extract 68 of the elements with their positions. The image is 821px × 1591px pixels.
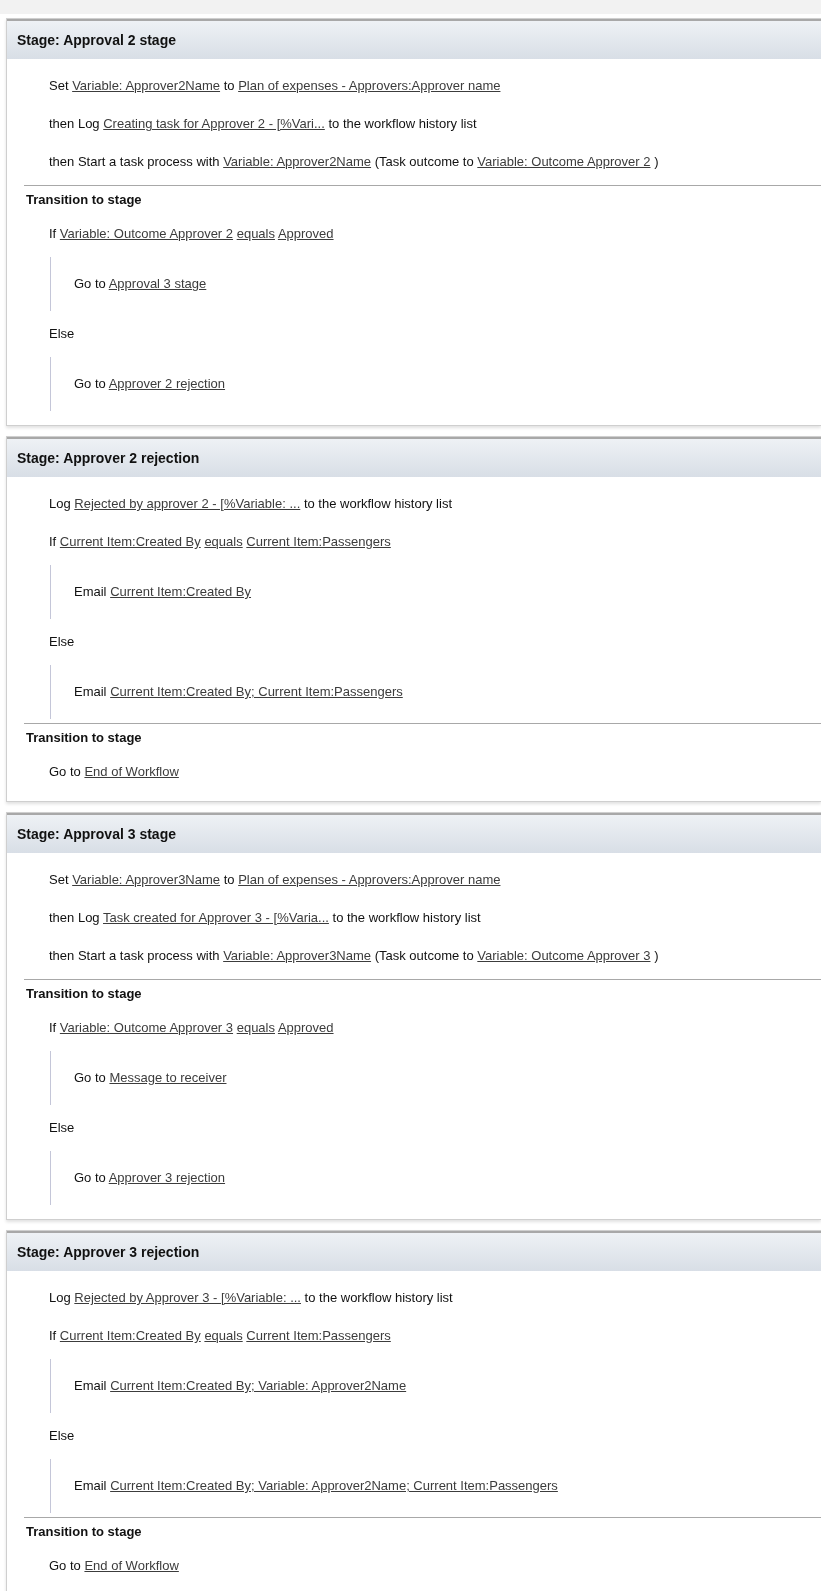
action-line: Email Current Item:Created By; Variable: Approver2Name — [73, 1377, 408, 1395]
link[interactable]: Approved — [277, 1020, 334, 1035]
transition-heading: Transition to stage — [25, 729, 143, 747]
link[interactable]: Current Item:Created By; Variable: Approver2Name — [110, 1378, 407, 1393]
link[interactable]: Current Item:Passengers — [246, 1328, 391, 1343]
link[interactable]: Task created for Approver 3 - [%Varia... — [103, 910, 329, 925]
action-line: Log Rejected by approver 2 - [%Variable: ... to the workflow history list — [48, 495, 453, 513]
action-line: then Log Creating task for Approver 2 - [%Vari... to the workflow history list — [48, 115, 478, 133]
action-line: Email Current Item:Created By; Variable: Approver2Name; Current Item:Passengers — [73, 1477, 559, 1495]
link[interactable]: Variable: Outcome Approver 2 — [477, 154, 651, 169]
action-line: then Start a task process with Variable: Approver2Name (Task outcome to Variable: Outcome Approver 2 ) — [48, 153, 660, 171]
link[interactable]: equals — [204, 534, 243, 549]
link[interactable]: Plan of expenses - Approvers:Approver name — [238, 872, 501, 887]
link[interactable]: Plan of expenses - Approvers:Approver name — [238, 78, 501, 93]
link[interactable]: Rejected by approver 2 - [%Variable: ... — [74, 496, 301, 511]
link[interactable]: equals — [236, 1020, 275, 1035]
action-line: Else — [48, 1427, 76, 1445]
transition-heading: Transition to stage — [25, 985, 143, 1003]
link[interactable]: Variable: Approver2Name — [72, 78, 221, 93]
action-line: Else — [48, 325, 76, 343]
action-line: then Log Task created for Approver 3 - [%Varia... to the workflow history list — [48, 909, 482, 927]
action-line: Go to End of Workflow — [48, 763, 180, 781]
transition-heading: Transition to stage — [25, 1523, 143, 1541]
stage-header: Stage: Approval 2 stage — [7, 19, 821, 59]
link[interactable]: Rejected by Approver 3 - [%Variable: ... — [74, 1290, 301, 1305]
link[interactable]: Variable: Outcome Approver 3 — [59, 1020, 234, 1035]
link[interactable]: Current Item:Passengers — [246, 534, 391, 549]
action-line: Set Variable: Approver3Name to Plan of expenses - Approvers:Approver name — [48, 871, 502, 889]
action-line: If Current Item:Created By equals Current Item:Passengers — [48, 1327, 392, 1345]
action-line: Else — [48, 633, 76, 651]
action-line: then Start a task process with Variable: Approver3Name (Task outcome to Variable: Outcome Approver 3 ) — [48, 947, 660, 965]
link[interactable]: End of Workflow — [84, 764, 179, 779]
link[interactable]: Variable: Outcome Approver 2 — [59, 226, 234, 241]
stage-header: Stage: Approval 3 stage — [7, 813, 821, 853]
action-line: If Variable: Outcome Approver 3 equals Approved — [48, 1019, 335, 1037]
stage-header: Stage: Approver 3 rejection — [7, 1231, 821, 1271]
link[interactable]: Current Item:Created By — [59, 534, 201, 549]
action-line: Go to Message to receiver — [73, 1069, 228, 1087]
link[interactable]: Variable: Approver3Name — [72, 872, 221, 887]
action-line: Go to Approver 2 rejection — [73, 375, 227, 393]
action-line: If Current Item:Created By equals Current Item:Passengers — [48, 533, 392, 551]
action-line: Email Current Item:Created By — [73, 583, 253, 601]
link[interactable]: Approved — [277, 226, 334, 241]
transition-heading: Transition to stage — [25, 191, 143, 209]
link[interactable]: Approver 2 rejection — [108, 376, 226, 391]
action-line: Log Rejected by Approver 3 - [%Variable: ... to the workflow history list — [48, 1289, 454, 1307]
link[interactable]: Current Item:Created By; Current Item:Passengers — [110, 684, 403, 699]
stage-header: Stage: Approver 2 rejection — [7, 437, 821, 477]
link[interactable]: Creating task for Approver 2 - [%Vari... — [103, 116, 325, 131]
link[interactable]: Current Item:Created By — [59, 1328, 201, 1343]
action-line: If Variable: Outcome Approver 2 equals Approved — [48, 225, 335, 243]
action-line: Go to End of Workflow — [48, 1557, 180, 1575]
action-line: Else — [48, 1119, 76, 1137]
action-line: Go to Approval 3 stage — [73, 275, 208, 293]
link[interactable]: End of Workflow — [84, 1558, 179, 1573]
link[interactable]: equals — [236, 226, 275, 241]
link[interactable]: Variable: Outcome Approver 3 — [477, 948, 651, 963]
action-line: Email Current Item:Created By; Current Item:Passengers — [73, 683, 404, 701]
link[interactable]: Approval 3 stage — [108, 276, 207, 291]
action-line: Set Variable: Approver2Name to Plan of expenses - Approvers:Approver name — [48, 77, 502, 95]
link[interactable]: Variable: Approver3Name — [223, 948, 372, 963]
link[interactable]: equals — [204, 1328, 243, 1343]
action-line: Go to Approver 3 rejection — [73, 1169, 227, 1187]
link[interactable]: Current Item:Created By; Variable: Approver2Name; Current Item:Passengers — [110, 1478, 558, 1493]
link[interactable]: Approver 3 rejection — [108, 1170, 226, 1185]
link[interactable]: Message to receiver — [109, 1070, 227, 1085]
link[interactable]: Current Item:Created By — [110, 584, 252, 599]
link[interactable]: Variable: Approver2Name — [223, 154, 372, 169]
